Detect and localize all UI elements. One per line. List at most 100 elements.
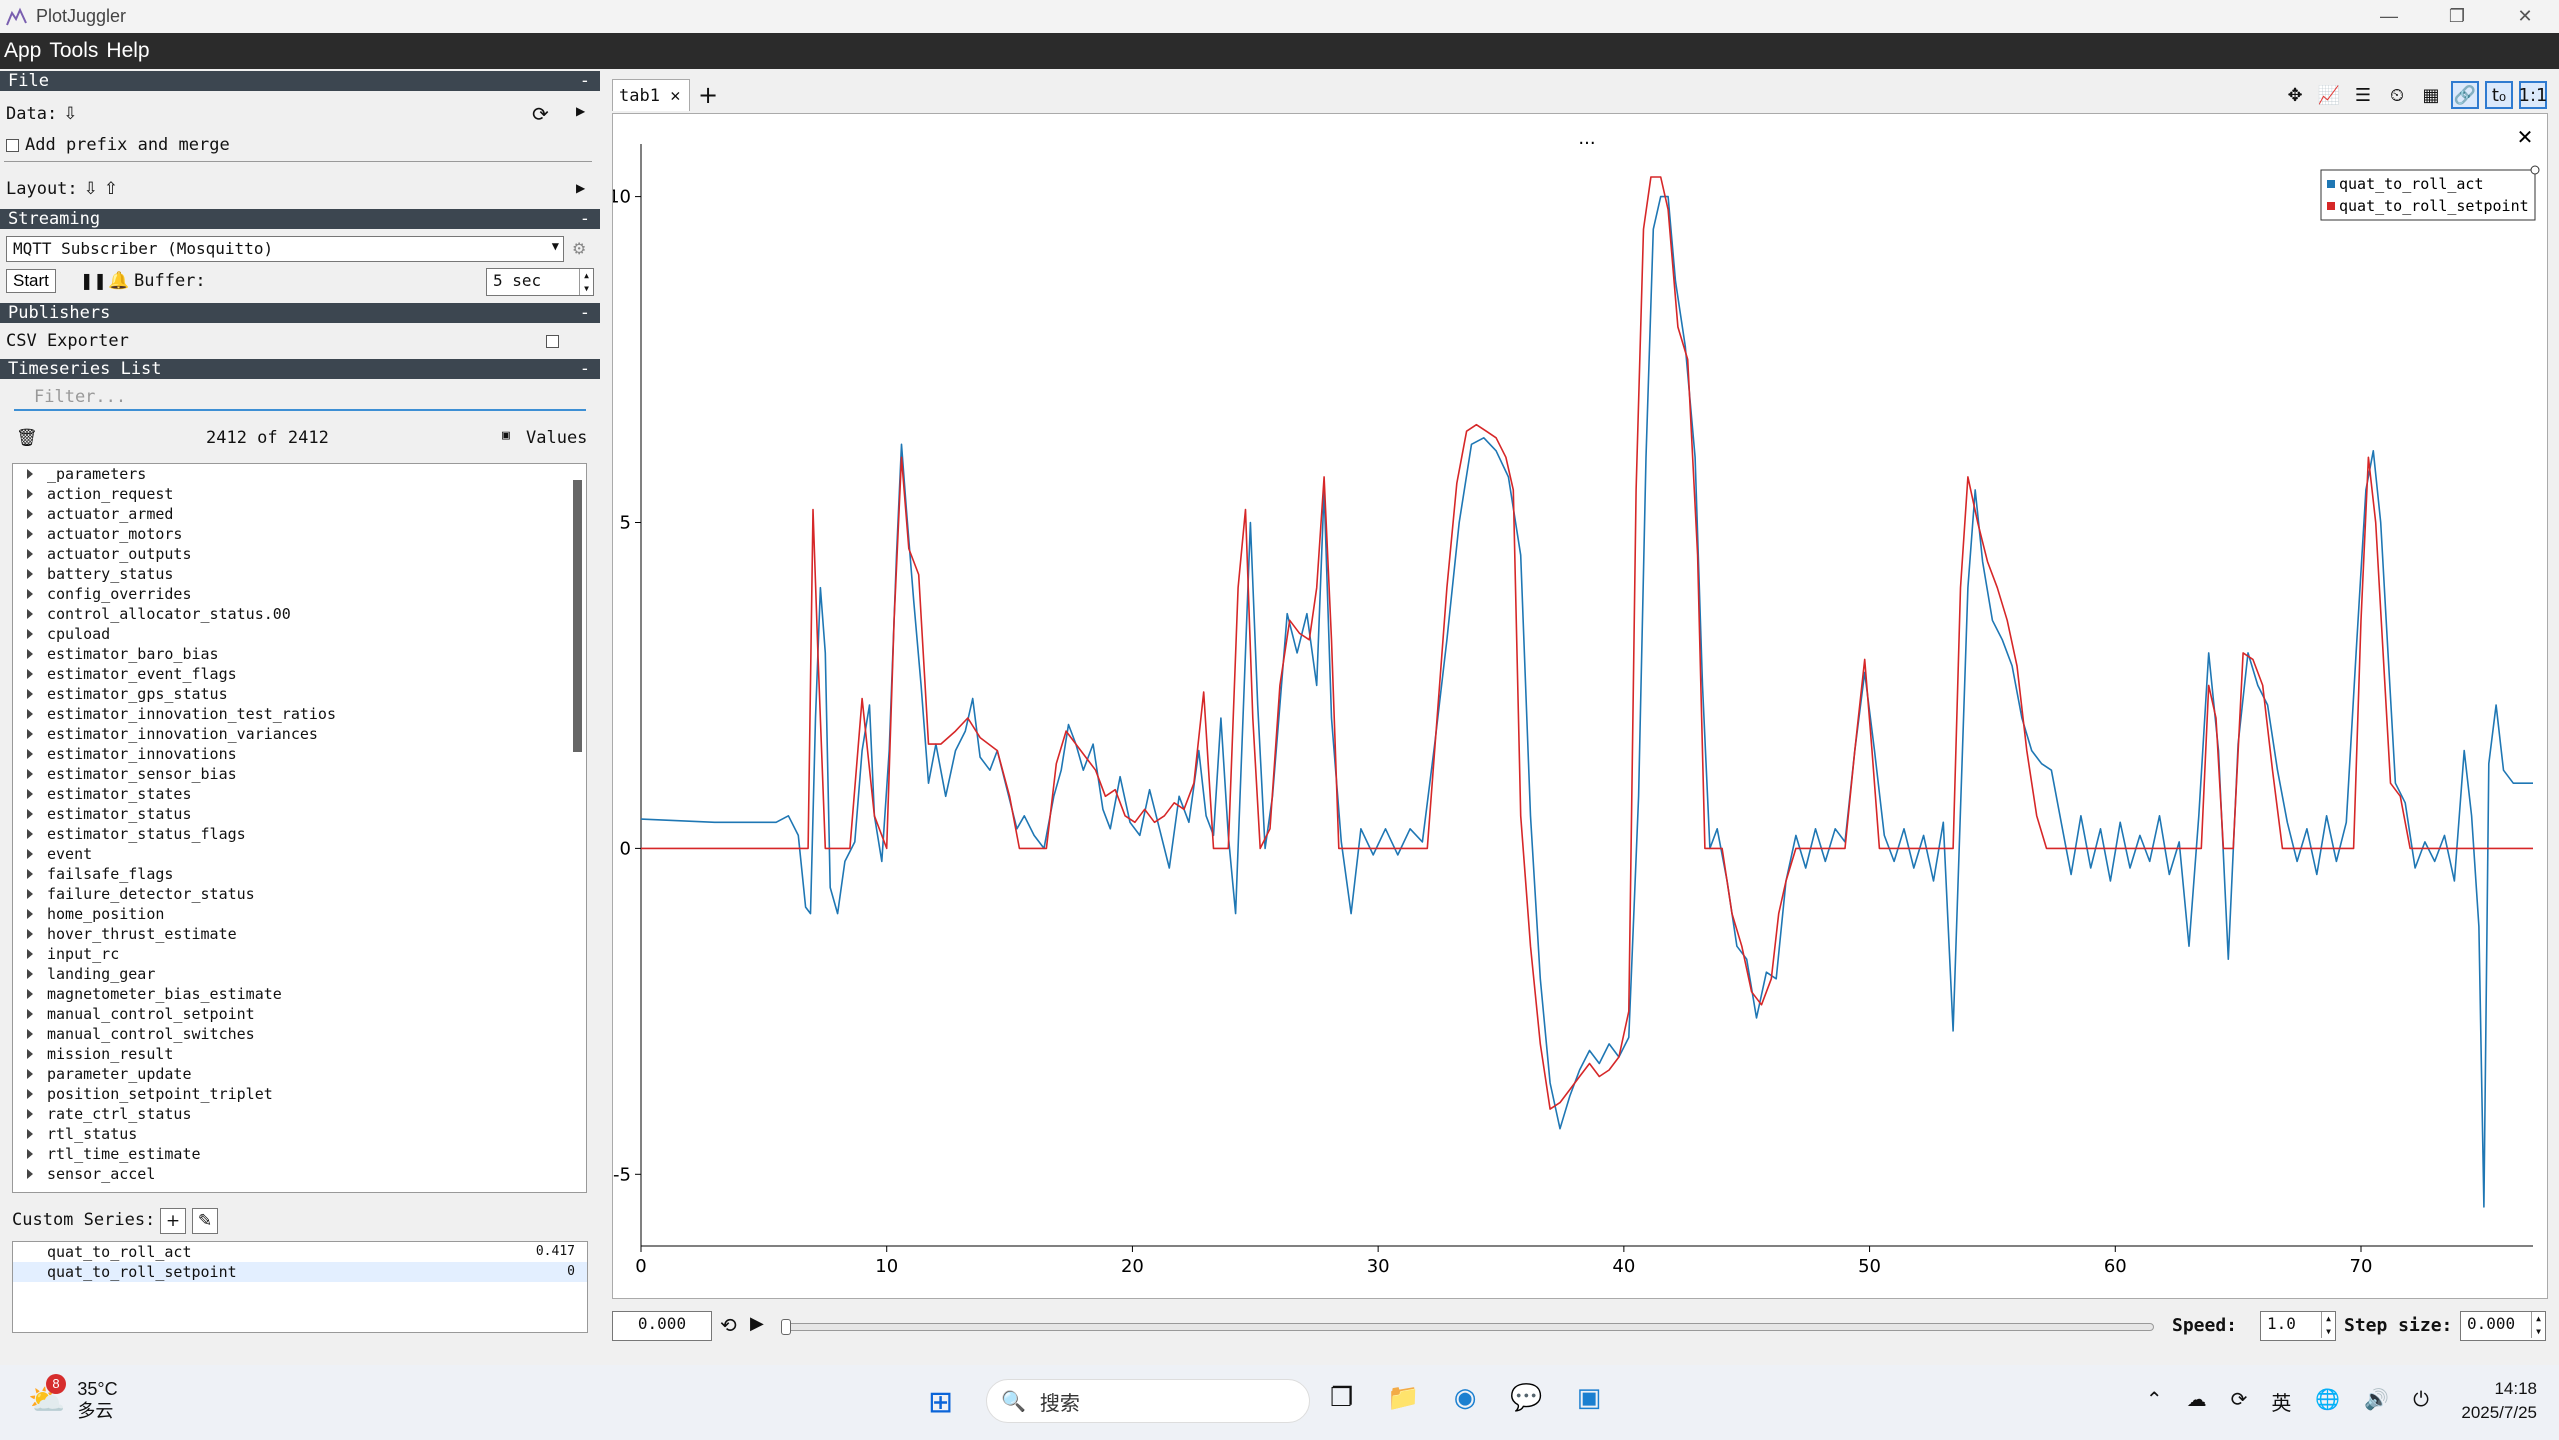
timeseries-item[interactable]: estimator_baro_bias	[13, 644, 586, 664]
timeseries-item[interactable]: sensor_accel	[13, 1164, 586, 1184]
grid-icon[interactable]: ▦	[2417, 81, 2445, 109]
prefix-checkbox[interactable]	[6, 138, 19, 152]
reload-icon[interactable]: ⟳	[532, 102, 549, 126]
timeseries-item[interactable]: failure_detector_status	[13, 884, 586, 904]
file-section-header[interactable]: File -	[0, 71, 600, 91]
load-layout-icon[interactable]: ⇩	[84, 179, 98, 199]
globe-icon[interactable]: 🌐	[2315, 1387, 2340, 1416]
minimize-button[interactable]: —	[2355, 0, 2423, 33]
timeseries-item[interactable]: estimator_innovation_test_ratios	[13, 704, 586, 724]
line-chart[interactable]: -5 0 5 10 0 10 20 30 40 50 60 70... ✕ quat_to_roll_ac…	[608, 114, 2549, 1300]
slider-handle[interactable]	[781, 1319, 791, 1335]
power-icon[interactable]: ⏻	[2413, 1387, 2429, 1416]
timeseries-item[interactable]: config_overrides	[13, 584, 586, 604]
add-custom-series-icon[interactable]: +	[160, 1208, 186, 1234]
spin-arrows-icon[interactable]: ▲ ▼	[2321, 1312, 2335, 1338]
bell-icon[interactable]: 🔔	[108, 271, 129, 291]
ratio-icon[interactable]: 1:1	[2519, 81, 2547, 109]
close-tab-icon[interactable]: ✕	[670, 86, 680, 106]
buffer-spinbox[interactable]: 5 sec ▲ ▼	[486, 268, 594, 296]
timeseries-item[interactable]: action_request	[13, 484, 586, 504]
timeseries-item[interactable]: estimator_innovations	[13, 744, 586, 764]
timeseries-section-header[interactable]: Timeseries List -	[0, 359, 600, 379]
load-data-icon[interactable]: ⇩	[63, 104, 77, 124]
timeseries-item[interactable]: rtl_status	[13, 1124, 586, 1144]
timeseries-item[interactable]: home_position	[13, 904, 586, 924]
menu-help[interactable]: Help	[106, 39, 149, 63]
timeseries-item[interactable]: manual_control_switches	[13, 1024, 586, 1044]
time-slider[interactable]	[781, 1319, 2154, 1335]
file-explorer-icon[interactable]: 📁	[1387, 1383, 1419, 1413]
csv-exporter-checkbox[interactable]	[546, 335, 559, 348]
chevron-up-icon[interactable]: ⌃	[2146, 1387, 2163, 1416]
trash-icon[interactable]: 🗑	[16, 428, 38, 448]
timeseries-item[interactable]: battery_status	[13, 564, 586, 584]
add-tab-icon[interactable]: +	[698, 81, 718, 109]
move-icon[interactable]: ✥	[2281, 81, 2309, 109]
timeseries-item[interactable]: rtl_time_estimate	[13, 1144, 586, 1164]
ime-indicator[interactable]: 英	[2271, 1387, 2291, 1416]
timeseries-item[interactable]: estimator_innovation_variances	[13, 724, 586, 744]
refresh-icon[interactable]: ⟳	[2231, 1387, 2248, 1416]
list-icon[interactable]: ☰	[2349, 81, 2377, 109]
wechat-icon[interactable]: 💬	[1510, 1383, 1542, 1413]
gear-icon[interactable]: ⚙	[572, 239, 586, 258]
windows-start-icon[interactable]: ⊞	[928, 1385, 953, 1420]
menu-tools[interactable]: Tools	[49, 39, 98, 63]
timeseries-item[interactable]: rate_ctrl_status	[13, 1104, 586, 1124]
timeseries-item[interactable]: estimator_gps_status	[13, 684, 586, 704]
plot-area[interactable]: -5 0 5 10 0 10 20 30 40 50 60 70... ✕ quat_to_roll_ac…	[608, 113, 2549, 1300]
timeseries-item[interactable]: control_allocator_status.00	[13, 604, 586, 624]
data-menu-arrow-icon[interactable]: ▶	[576, 104, 585, 118]
restore-button[interactable]: ❐	[2423, 0, 2491, 33]
timeseries-item[interactable]: input_rc	[13, 944, 586, 964]
timeseries-item[interactable]: _parameters	[13, 464, 586, 484]
collapse-icon[interactable]: -	[580, 209, 590, 229]
plotjuggler-taskbar-icon[interactable]: ▣	[1577, 1383, 1602, 1413]
collapse-icon[interactable]: -	[580, 71, 590, 91]
timeseries-item[interactable]: failsafe_flags	[13, 864, 586, 884]
time-offset-icon[interactable]: t₀	[2485, 81, 2513, 109]
pause-icon[interactable]: ❚❚	[80, 271, 107, 290]
timeseries-item[interactable]: position_setpoint_triplet	[13, 1084, 586, 1104]
filter-input[interactable]: Filter...	[14, 383, 586, 411]
timeseries-item[interactable]: actuator_motors	[13, 524, 586, 544]
time-input[interactable]: 0.000	[612, 1311, 712, 1341]
timeseries-item[interactable]: actuator_outputs	[13, 544, 586, 564]
custom-series-item[interactable]: quat_to_roll_setpoint 0	[13, 1262, 587, 1282]
timeseries-item[interactable]: manual_control_setpoint	[13, 1004, 586, 1024]
timeseries-item[interactable]: estimator_event_flags	[13, 664, 586, 684]
save-layout-icon[interactable]: ⇧	[104, 179, 118, 199]
taskbar-search[interactable]: 🔍 搜索	[986, 1379, 1310, 1423]
timeseries-item[interactable]: actuator_armed	[13, 504, 586, 524]
clock-icon[interactable]: ⏲	[2383, 81, 2411, 109]
timeseries-item[interactable]: event	[13, 844, 586, 864]
clock[interactable]: 14:18 2025/7/25	[2461, 1377, 2537, 1425]
edit-icon[interactable]: ✎	[192, 1208, 218, 1234]
play-icon[interactable]: ▶	[750, 1313, 764, 1334]
custom-series-item[interactable]: quat_to_roll_act 0.417	[13, 1242, 587, 1262]
start-button[interactable]: Start	[6, 269, 56, 293]
edge-browser-icon[interactable]: ◉	[1454, 1383, 1477, 1413]
timeseries-item[interactable]: cpuload	[13, 624, 586, 644]
volume-icon[interactable]: 🔊	[2364, 1387, 2389, 1416]
loop-icon[interactable]: ⟲	[720, 1313, 737, 1337]
timeseries-item[interactable]: hover_thrust_estimate	[13, 924, 586, 944]
collapse-icon[interactable]: -	[580, 303, 590, 323]
step-size-input[interactable]: 0.000 ▲ ▼	[2460, 1311, 2546, 1341]
timeseries-item[interactable]: parameter_update	[13, 1064, 586, 1084]
menu-app[interactable]: App	[4, 39, 41, 63]
close-plot-icon[interactable]: ✕	[2517, 125, 2534, 149]
timeseries-item[interactable]: landing_gear	[13, 964, 586, 984]
cloud-sync-icon[interactable]: ☁	[2187, 1387, 2207, 1416]
publishers-section-header[interactable]: Publishers -	[0, 303, 600, 323]
timeseries-item[interactable]: magnetometer_bias_estimate	[13, 984, 586, 1004]
timeseries-item[interactable]: estimator_status_flags	[13, 824, 586, 844]
graph-icon[interactable]: 📈	[2315, 81, 2343, 109]
streaming-section-header[interactable]: Streaming -	[0, 209, 600, 229]
collapse-icon[interactable]: -	[580, 359, 590, 379]
spin-arrows-icon[interactable]: ▲ ▼	[2531, 1312, 2545, 1338]
tab-tab1[interactable]: tab1 ✕	[612, 79, 690, 111]
link-icon[interactable]: 🔗	[2451, 81, 2479, 109]
layout-menu-arrow-icon[interactable]: ▶	[576, 181, 585, 195]
